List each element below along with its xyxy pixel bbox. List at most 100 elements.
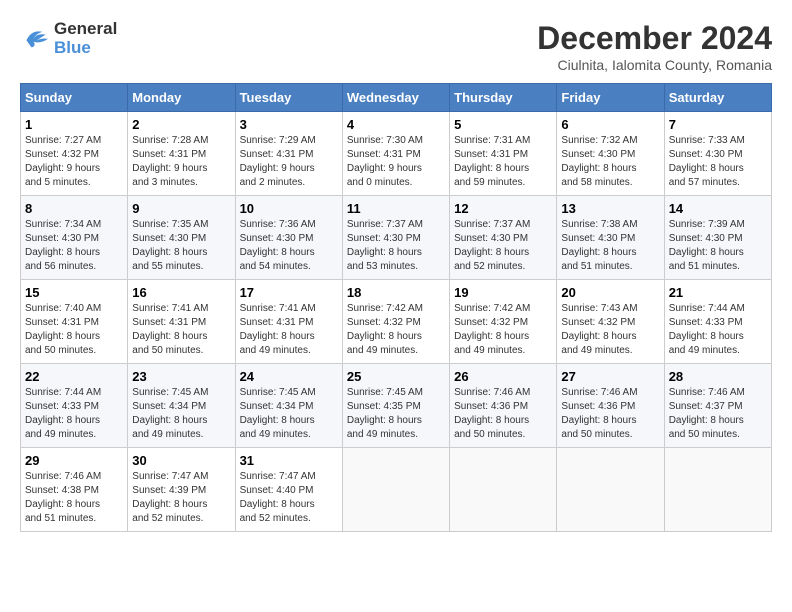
- page-subtitle: Ciulnita, Ialomita County, Romania: [537, 57, 772, 73]
- logo-icon: [20, 26, 50, 51]
- calendar-cell: [342, 448, 449, 532]
- day-number: 2: [132, 117, 230, 132]
- day-number: 22: [25, 369, 123, 384]
- day-info: Sunrise: 7:32 AMSunset: 4:30 PMDaylight:…: [561, 134, 659, 190]
- day-number: 3: [240, 117, 338, 132]
- day-info: Sunrise: 7:27 AMSunset: 4:32 PMDaylight:…: [25, 134, 123, 190]
- calendar-cell: 16 Sunrise: 7:41 AMSunset: 4:31 PMDayligh…: [128, 280, 235, 364]
- calendar-cell: 12Sunrise: 7:37 AMSunset: 4:30 PMDayligh…: [450, 196, 557, 280]
- calendar-cell: 22Sunrise: 7:44 AMSunset: 4:33 PMDayligh…: [21, 364, 128, 448]
- day-number: 26: [454, 369, 552, 384]
- calendar-cell: 28 Sunrise: 7:46 AMSunset: 4:37 PMDayligh…: [664, 364, 771, 448]
- calendar-week-row: 1 Sunrise: 7:27 AMSunset: 4:32 PMDaylight…: [21, 112, 772, 196]
- day-number: 10: [240, 201, 338, 216]
- day-info: Sunrise: 7:45 AMSunset: 4:34 PMDaylight:…: [132, 386, 230, 442]
- calendar-cell: 30 Sunrise: 7:47 AMSunset: 4:39 PMDayligh…: [128, 448, 235, 532]
- column-header-tuesday: Tuesday: [235, 84, 342, 112]
- calendar-cell: 25 Sunrise: 7:45 AMSunset: 4:35 PMDayligh…: [342, 364, 449, 448]
- calendar-cell: 4 Sunrise: 7:30 AMSunset: 4:31 PMDaylight…: [342, 112, 449, 196]
- calendar-body: 1 Sunrise: 7:27 AMSunset: 4:32 PMDaylight…: [21, 112, 772, 532]
- day-info: Sunrise: 7:42 AMSunset: 4:32 PMDaylight:…: [347, 302, 445, 358]
- calendar-header-row: SundayMondayTuesdayWednesdayThursdayFrid…: [21, 84, 772, 112]
- calendar-cell: 11Sunrise: 7:37 AMSunset: 4:30 PMDayligh…: [342, 196, 449, 280]
- day-number: 17: [240, 285, 338, 300]
- page-title: December 2024: [537, 20, 772, 57]
- calendar-cell: 14 Sunrise: 7:39 AMSunset: 4:30 PMDayligh…: [664, 196, 771, 280]
- day-info: Sunrise: 7:45 AMSunset: 4:35 PMDaylight:…: [347, 386, 445, 442]
- day-info: Sunrise: 7:37 AMSunset: 4:30 PMDaylight:…: [454, 218, 552, 274]
- calendar-cell: 10Sunrise: 7:36 AMSunset: 4:30 PMDayligh…: [235, 196, 342, 280]
- calendar-cell: 2 Sunrise: 7:28 AMSunset: 4:31 PMDaylight…: [128, 112, 235, 196]
- calendar-week-row: 8 Sunrise: 7:34 AMSunset: 4:30 PMDaylight…: [21, 196, 772, 280]
- day-info: Sunrise: 7:47 AMSunset: 4:39 PMDaylight:…: [132, 470, 230, 526]
- column-header-saturday: Saturday: [664, 84, 771, 112]
- calendar-cell: 8 Sunrise: 7:34 AMSunset: 4:30 PMDaylight…: [21, 196, 128, 280]
- day-info: Sunrise: 7:43 AMSunset: 4:32 PMDaylight:…: [561, 302, 659, 358]
- day-number: 19: [454, 285, 552, 300]
- day-number: 11: [347, 201, 445, 216]
- calendar-cell: 5 Sunrise: 7:31 AMSunset: 4:31 PMDaylight…: [450, 112, 557, 196]
- title-block: December 2024 Ciulnita, Ialomita County,…: [537, 20, 772, 73]
- day-number: 14: [669, 201, 767, 216]
- day-info: Sunrise: 7:41 AMSunset: 4:31 PMDaylight:…: [132, 302, 230, 358]
- day-info: Sunrise: 7:45 AMSunset: 4:34 PMDaylight:…: [240, 386, 338, 442]
- logo: General Blue: [20, 20, 117, 57]
- day-number: 8: [25, 201, 123, 216]
- day-number: 25: [347, 369, 445, 384]
- calendar-cell: 18 Sunrise: 7:42 AMSunset: 4:32 PMDayligh…: [342, 280, 449, 364]
- day-number: 24: [240, 369, 338, 384]
- calendar-cell: 29Sunrise: 7:46 AMSunset: 4:38 PMDayligh…: [21, 448, 128, 532]
- page-header: General Blue December 2024 Ciulnita, Ial…: [20, 20, 772, 73]
- day-info: Sunrise: 7:30 AMSunset: 4:31 PMDaylight:…: [347, 134, 445, 190]
- calendar-week-row: 22Sunrise: 7:44 AMSunset: 4:33 PMDayligh…: [21, 364, 772, 448]
- day-number: 16: [132, 285, 230, 300]
- calendar-cell: 1 Sunrise: 7:27 AMSunset: 4:32 PMDaylight…: [21, 112, 128, 196]
- day-info: Sunrise: 7:33 AMSunset: 4:30 PMDaylight:…: [669, 134, 767, 190]
- calendar-cell: 13 Sunrise: 7:38 AMSunset: 4:30 PMDayligh…: [557, 196, 664, 280]
- day-info: Sunrise: 7:42 AMSunset: 4:32 PMDaylight:…: [454, 302, 552, 358]
- day-number: 1: [25, 117, 123, 132]
- day-number: 18: [347, 285, 445, 300]
- day-number: 31: [240, 453, 338, 468]
- calendar-week-row: 15Sunrise: 7:40 AMSunset: 4:31 PMDayligh…: [21, 280, 772, 364]
- calendar-cell: [664, 448, 771, 532]
- day-info: Sunrise: 7:47 AMSunset: 4:40 PMDaylight:…: [240, 470, 338, 526]
- day-info: Sunrise: 7:40 AMSunset: 4:31 PMDaylight:…: [25, 302, 123, 358]
- day-number: 4: [347, 117, 445, 132]
- day-number: 21: [669, 285, 767, 300]
- day-info: Sunrise: 7:46 AMSunset: 4:38 PMDaylight:…: [25, 470, 123, 526]
- calendar-cell: 21 Sunrise: 7:44 AMSunset: 4:33 PMDayligh…: [664, 280, 771, 364]
- day-number: 5: [454, 117, 552, 132]
- day-number: 6: [561, 117, 659, 132]
- calendar-cell: 27Sunrise: 7:46 AMSunset: 4:36 PMDayligh…: [557, 364, 664, 448]
- day-info: Sunrise: 7:31 AMSunset: 4:31 PMDaylight:…: [454, 134, 552, 190]
- day-info: Sunrise: 7:28 AMSunset: 4:31 PMDaylight:…: [132, 134, 230, 190]
- calendar-cell: 6 Sunrise: 7:32 AMSunset: 4:30 PMDaylight…: [557, 112, 664, 196]
- day-info: Sunrise: 7:44 AMSunset: 4:33 PMDaylight:…: [669, 302, 767, 358]
- column-header-wednesday: Wednesday: [342, 84, 449, 112]
- calendar-cell: 26 Sunrise: 7:46 AMSunset: 4:36 PMDayligh…: [450, 364, 557, 448]
- day-info: Sunrise: 7:38 AMSunset: 4:30 PMDaylight:…: [561, 218, 659, 274]
- day-number: 27: [561, 369, 659, 384]
- day-number: 30: [132, 453, 230, 468]
- day-number: 23: [132, 369, 230, 384]
- day-info: Sunrise: 7:34 AMSunset: 4:30 PMDaylight:…: [25, 218, 123, 274]
- calendar-week-row: 29Sunrise: 7:46 AMSunset: 4:38 PMDayligh…: [21, 448, 772, 532]
- calendar-cell: [557, 448, 664, 532]
- calendar-cell: 15Sunrise: 7:40 AMSunset: 4:31 PMDayligh…: [21, 280, 128, 364]
- day-info: Sunrise: 7:39 AMSunset: 4:30 PMDaylight:…: [669, 218, 767, 274]
- column-header-thursday: Thursday: [450, 84, 557, 112]
- calendar-cell: 19 Sunrise: 7:42 AMSunset: 4:32 PMDayligh…: [450, 280, 557, 364]
- day-number: 20: [561, 285, 659, 300]
- day-info: Sunrise: 7:29 AMSunset: 4:31 PMDaylight:…: [240, 134, 338, 190]
- day-number: 7: [669, 117, 767, 132]
- day-info: Sunrise: 7:46 AMSunset: 4:37 PMDaylight:…: [669, 386, 767, 442]
- day-number: 28: [669, 369, 767, 384]
- day-number: 13: [561, 201, 659, 216]
- calendar-cell: 17 Sunrise: 7:41 AMSunset: 4:31 PMDayligh…: [235, 280, 342, 364]
- calendar-table: SundayMondayTuesdayWednesdayThursdayFrid…: [20, 83, 772, 532]
- column-header-sunday: Sunday: [21, 84, 128, 112]
- day-info: Sunrise: 7:41 AMSunset: 4:31 PMDaylight:…: [240, 302, 338, 358]
- day-info: Sunrise: 7:46 AMSunset: 4:36 PMDaylight:…: [454, 386, 552, 442]
- column-header-friday: Friday: [557, 84, 664, 112]
